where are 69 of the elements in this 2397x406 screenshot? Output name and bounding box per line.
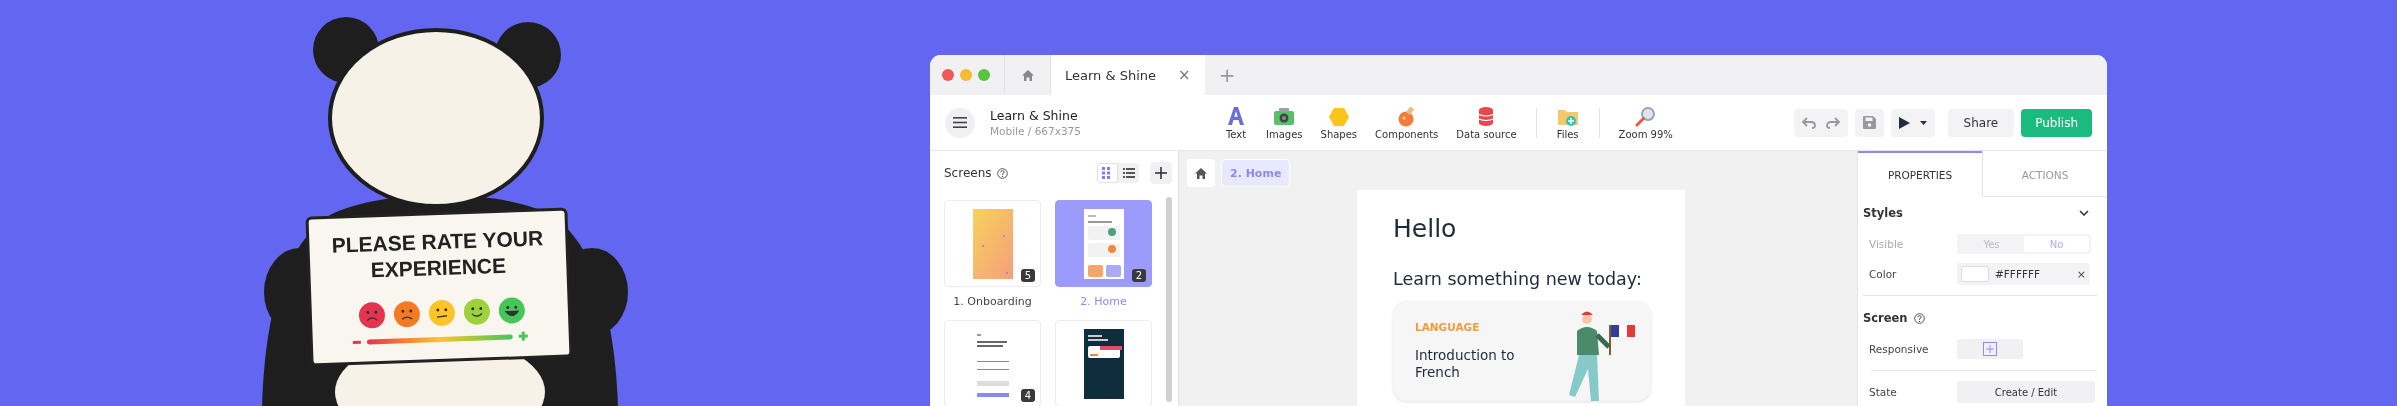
home-button[interactable] (1187, 159, 1215, 187)
field-label: Visible (1869, 238, 1905, 250)
field-label: Color (1869, 268, 1898, 280)
menu-button[interactable] (945, 107, 975, 138)
plus-icon (1155, 167, 1167, 179)
screen-card[interactable]: 2 (1055, 200, 1152, 287)
clear-button[interactable]: × (2076, 267, 2086, 281)
play-icon (1898, 116, 1910, 129)
field-label: Responsive (1869, 343, 1930, 355)
course-title: Introduction to French (1415, 347, 1515, 381)
screen-thumbnail (972, 208, 1013, 279)
screen-thumbnail (1083, 208, 1124, 279)
help-icon (996, 167, 1008, 179)
add-screen-button[interactable] (1150, 162, 1172, 184)
color-value: #FFFFFF (1995, 268, 2041, 280)
close-tab-button[interactable]: × (1178, 66, 1191, 84)
section-title: Screen (1863, 311, 1908, 325)
grid-view-button[interactable] (1097, 163, 1118, 183)
redo-icon[interactable] (1825, 116, 1840, 129)
preview-heading: Hello (1393, 214, 1458, 243)
screen-count: 2 (1131, 269, 1146, 282)
tab-title: Learn & Shine (1065, 67, 1157, 83)
share-button[interactable]: Share (1947, 108, 2015, 137)
screen-name: 2. Home (1079, 295, 1128, 308)
screen-card[interactable]: 5 (944, 200, 1041, 287)
screen-name: 1. Onboarding (952, 295, 1033, 308)
responsive-button[interactable] (1957, 339, 2023, 359)
color-swatch[interactable] (1961, 266, 1989, 282)
home-icon (1194, 166, 1208, 180)
scrollbar[interactable] (1166, 197, 1172, 402)
menu-icon (953, 117, 967, 128)
project-name: Learn & Shine (990, 108, 1079, 123)
home-icon (1020, 68, 1035, 82)
sign-title: PLEASE RATE YOUR EXPERIENCE (330, 225, 545, 284)
toolbar-components-button[interactable]: Components (1366, 105, 1448, 140)
section-title: Styles (1863, 206, 1903, 220)
window-control[interactable] (942, 69, 954, 81)
screen-card[interactable] (1055, 320, 1152, 406)
toolbar-zoom-button[interactable]: Zoom 99% (1609, 105, 1682, 140)
screen-count: 4 (1020, 389, 1035, 402)
screen-thumbnail (1083, 328, 1124, 399)
course-category: LANGUAGE (1415, 321, 1481, 333)
toolbar-shapes-button[interactable]: Shapes (1311, 105, 1367, 140)
color-field[interactable]: #FFFFFF × (1957, 263, 2090, 285)
save-icon (1862, 116, 1876, 129)
chevron-icon[interactable] (2079, 210, 2089, 216)
resize-icon (1983, 342, 1997, 356)
undo-icon[interactable] (1801, 116, 1816, 129)
camera-icon (1272, 105, 1297, 127)
list-view-icon (1122, 167, 1135, 179)
window-control[interactable] (978, 69, 990, 81)
toolbar-images-button[interactable]: Images (1257, 105, 1312, 140)
toolbar-data-button[interactable]: Data source (1447, 105, 1526, 140)
screen-count: 5 (1020, 269, 1035, 282)
preview-button[interactable] (1890, 108, 1935, 137)
search-icon (1633, 105, 1658, 127)
caret-icon (1919, 120, 1927, 125)
field-label: State (1869, 386, 1898, 398)
screen-card[interactable]: 4 (944, 320, 1041, 406)
toolbar-files-button[interactable]: Files (1546, 105, 1589, 140)
save-button[interactable] (1854, 108, 1884, 137)
help-icon (1913, 312, 1925, 324)
tab[interactable]: Learn & Shine × (1050, 55, 1205, 95)
hexagon-icon (1326, 105, 1351, 127)
toolbar-text-button[interactable]: Text (1215, 105, 1257, 140)
device-size: Mobile / 667x375 (990, 125, 1082, 137)
preview-subheading: Learn something new today: (1393, 269, 1643, 289)
create-edit-button[interactable]: Create / Edit (1957, 381, 2095, 403)
panel-title: Screens (944, 166, 992, 180)
